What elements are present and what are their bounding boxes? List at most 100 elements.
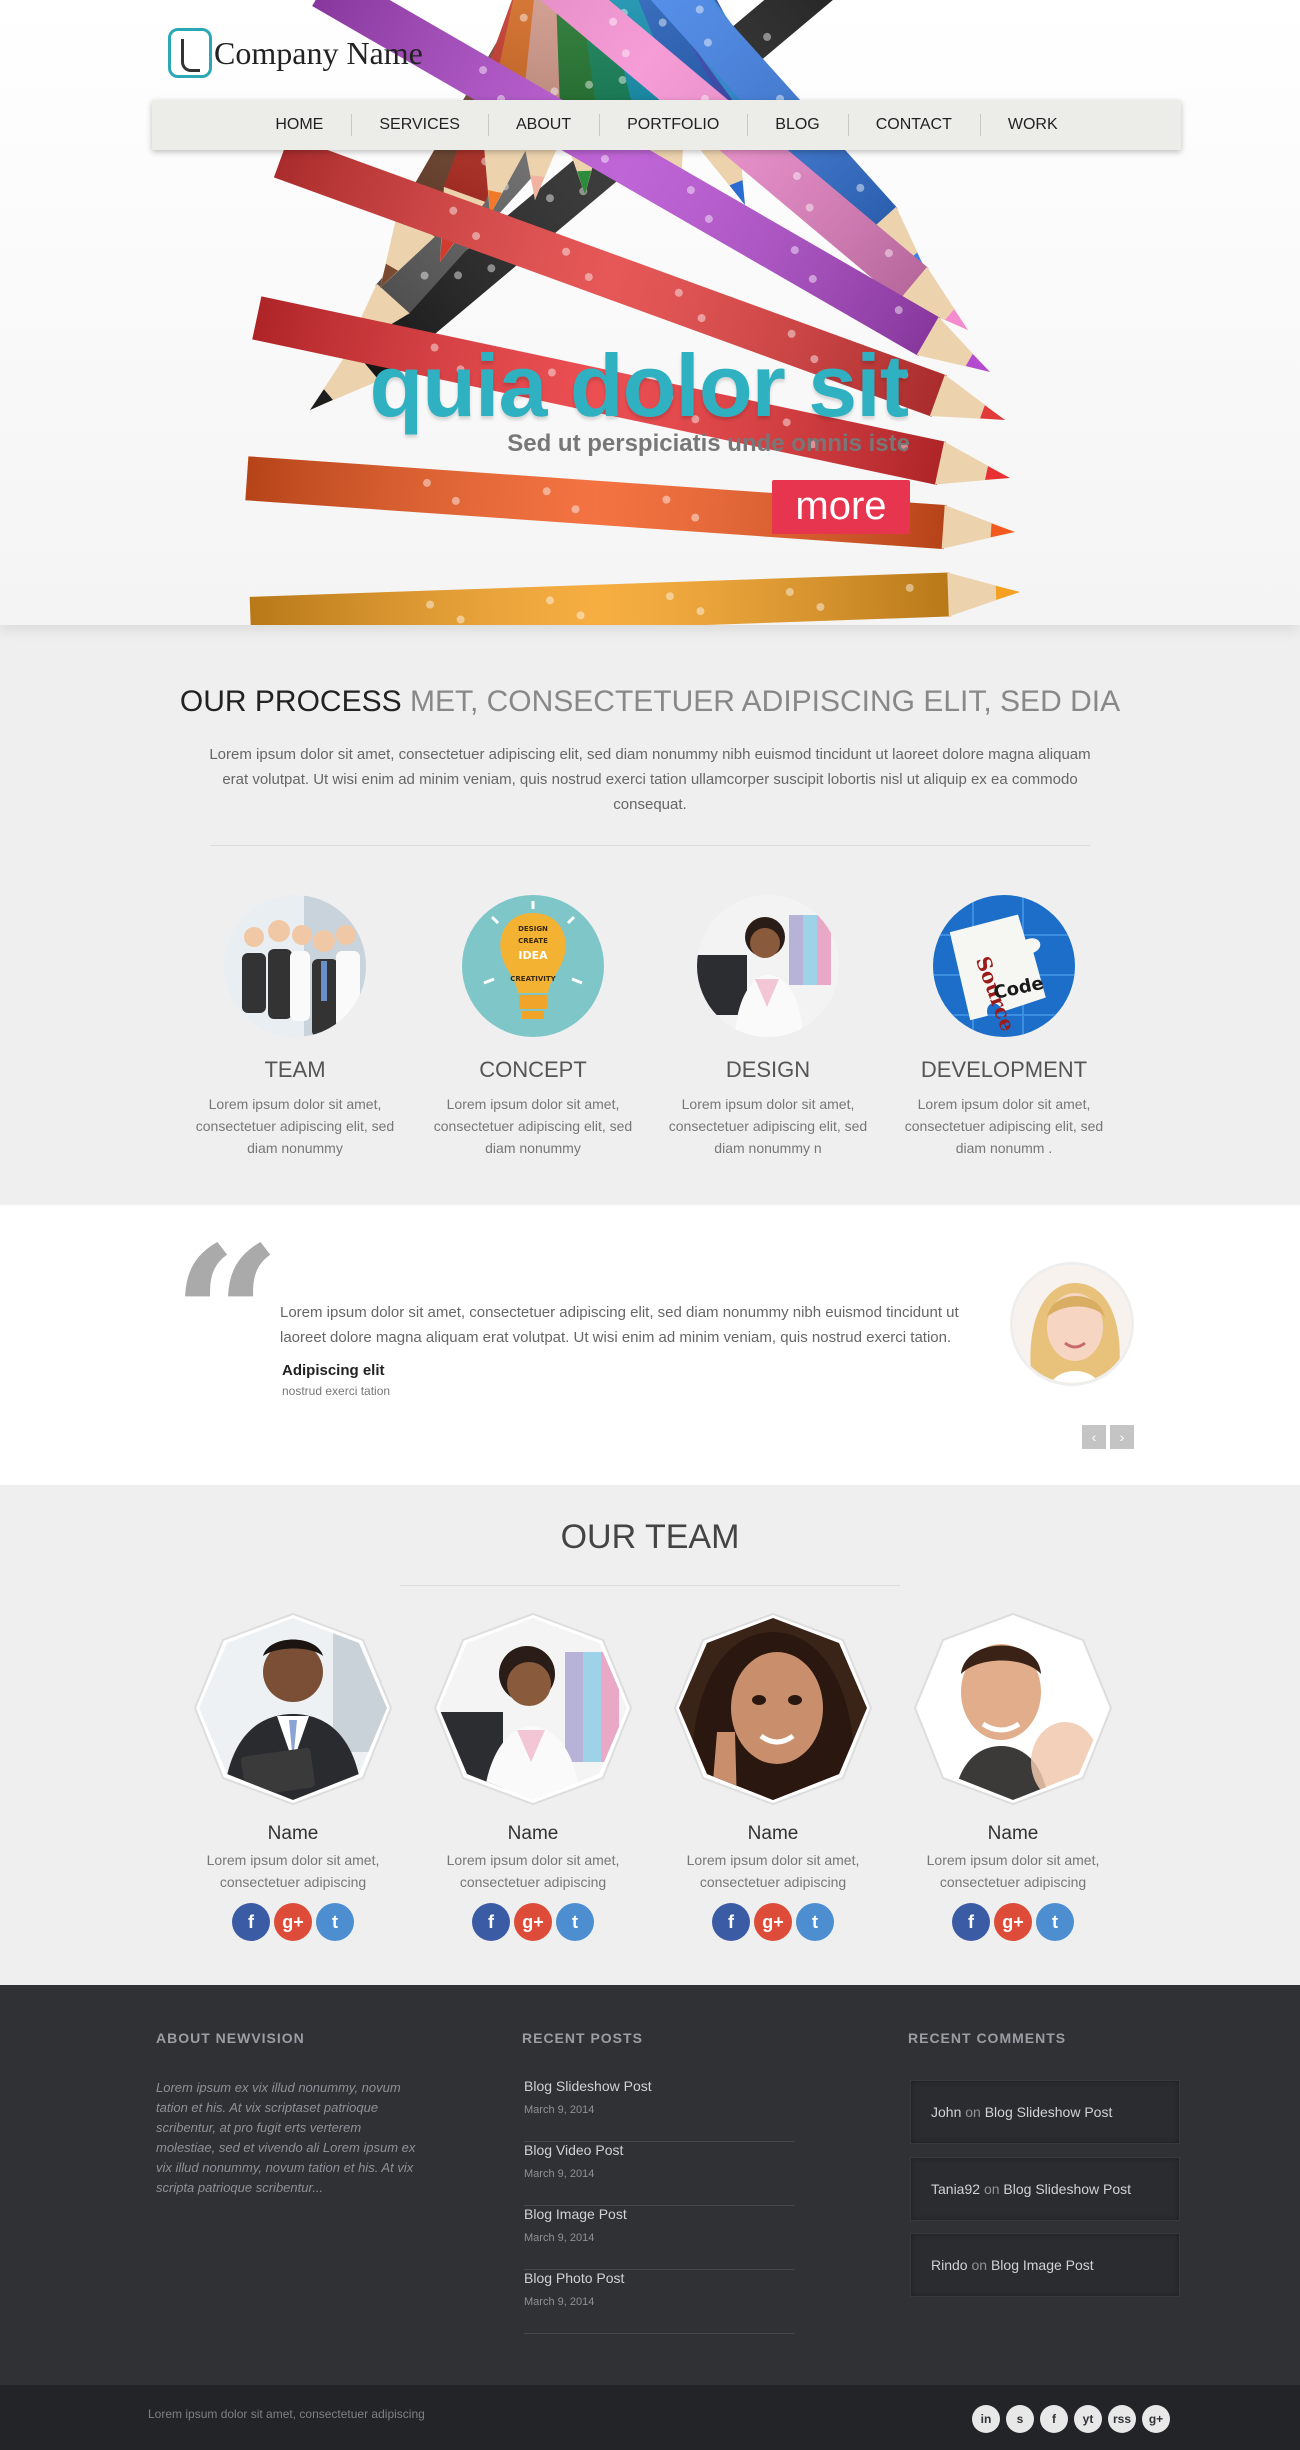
google-plus-icon[interactable]: g+	[514, 1903, 552, 1941]
comment-on: on	[983, 2181, 1000, 2197]
member-name: Name	[507, 1823, 559, 1844]
about-text: Lorem ipsum ex vix illud nonummy, novum …	[156, 2080, 416, 2195]
testimonial-prev-button[interactable]: ‹	[1082, 1425, 1106, 1449]
recent-post[interactable]: Blog Image Post March 9, 2014	[524, 2206, 794, 2270]
facebook-icon[interactable]: f	[1040, 2405, 1068, 2433]
comment-post-link[interactable]: Blog Image Post	[991, 2257, 1094, 2273]
feature-title: DESIGN	[725, 1057, 811, 1082]
designer-photo	[697, 895, 839, 1037]
more-button[interactable]: more	[772, 480, 910, 534]
google-plus-icon[interactable]: g+	[274, 1903, 312, 1941]
feature-title: DEVELOPMENT	[920, 1057, 1088, 1082]
testimonial-role: nostrud exerci tation	[282, 1384, 391, 1398]
feature-team[interactable]: TEAM Lorem ipsum dolor sit amet, consect…	[195, 895, 395, 1159]
nav-services[interactable]: SERVICES	[351, 100, 488, 150]
twitter-icon[interactable]: t	[1036, 1903, 1074, 1941]
comment-on: on	[971, 2257, 988, 2273]
recent-posts-title: RECENT POSTS	[522, 2030, 643, 2046]
google-plus-icon[interactable]: g+	[1142, 2405, 1170, 2433]
member-name: Name	[987, 1823, 1039, 1844]
rss-icon[interactable]: rss	[1108, 2405, 1136, 2433]
twitter-icon[interactable]: t	[796, 1903, 834, 1941]
nav-about[interactable]: ABOUT	[487, 100, 599, 150]
recent-post[interactable]: Blog Video Post March 9, 2014	[524, 2142, 794, 2206]
section-divider	[210, 845, 1090, 846]
process-heading: OUR PROCESS MET, CONSECTETUER ADIPISCING…	[0, 685, 1300, 719]
facebook-icon[interactable]: f	[952, 1903, 990, 1941]
team-member: Name Lorem ipsum dolor sit amet, consect…	[663, 1612, 883, 1941]
facebook-icon[interactable]: f	[712, 1903, 750, 1941]
linkedin-icon[interactable]: in	[972, 2405, 1000, 2433]
process-heading-light: MET, CONSECTETUER ADIPISCING ELIT, SED D…	[409, 685, 1121, 718]
quote-icon: “	[172, 1205, 282, 1428]
concept-word: IDEA	[518, 949, 548, 962]
recent-comment[interactable]: Rindo on Blog Image Post	[910, 2233, 1180, 2297]
feature-text: Lorem ipsum dolor sit amet, consectetuer…	[433, 1096, 633, 1156]
google-plus-icon[interactable]: g+	[994, 1903, 1032, 1941]
recent-comments-title: RECENT COMMENTS	[908, 2030, 1067, 2046]
member-text: Lorem ipsum dolor sit amet, consectetuer…	[446, 1852, 620, 1890]
feature-text: Lorem ipsum dolor sit amet, consectetuer…	[195, 1096, 395, 1156]
nav-contact[interactable]: CONTACT	[847, 100, 980, 150]
recent-post[interactable]: Blog Slideshow Post March 9, 2014	[524, 2078, 794, 2142]
team-heading: OUR TEAM	[560, 1518, 740, 1556]
team-divider	[400, 1585, 900, 1586]
comment-post-link[interactable]: Blog Slideshow Post	[1003, 2181, 1131, 2197]
member-name: Name	[267, 1823, 319, 1844]
colored-pencils-image	[245, 0, 1020, 625]
copyright-text: Lorem ipsum dolor sit amet, consectetuer…	[148, 2407, 425, 2421]
comment-on: on	[965, 2104, 981, 2120]
logo[interactable]: Company Name	[168, 28, 423, 78]
feature-title: CONCEPT	[479, 1057, 587, 1082]
member-text: Lorem ipsum dolor sit amet, consectetuer…	[686, 1852, 860, 1890]
feature-concept[interactable]: DESIGN CREATE IDEA CREATIVITY CONCEPT Lo…	[433, 895, 633, 1159]
concept-word: CREATE	[518, 937, 548, 945]
logo-text: Company Name	[214, 34, 423, 71]
google-plus-icon[interactable]: g+	[754, 1903, 792, 1941]
nav-work[interactable]: WORK	[979, 100, 1086, 150]
post-title[interactable]: Blog Photo Post	[524, 2270, 794, 2286]
recent-comment[interactable]: Tania92 on Blog Slideshow Post	[910, 2157, 1180, 2221]
pencil	[249, 572, 1020, 625]
feature-design[interactable]: DESIGN Lorem ipsum dolor sit amet, conse…	[668, 895, 868, 1159]
team-member: Name Lorem ipsum dolor sit amet, consect…	[903, 1612, 1123, 1941]
comment-user: Tania92	[931, 2181, 981, 2197]
feature-development[interactable]: Source Code DEVELOPMENT Lorem ipsum dolo…	[904, 895, 1104, 1159]
nav-blog[interactable]: BLOG	[747, 100, 847, 150]
post-date: March 9, 2014	[524, 2232, 595, 2244]
member-name: Name	[747, 1823, 799, 1844]
twitter-icon[interactable]: t	[316, 1903, 354, 1941]
skype-icon[interactable]: s	[1006, 2405, 1034, 2433]
logo-icon	[168, 28, 212, 78]
hero-subtitle: Sed ut perspiciatis unde omnis iste	[507, 430, 910, 457]
facebook-icon[interactable]: f	[472, 1903, 510, 1941]
feature-text: Lorem ipsum dolor sit amet, consectetuer…	[668, 1096, 868, 1156]
recent-comment[interactable]: John on Blog Slideshow Post	[910, 2080, 1180, 2144]
nav-portfolio[interactable]: PORTFOLIO	[599, 100, 747, 150]
testimonial-next-button[interactable]: ›	[1110, 1425, 1134, 1449]
testimonial-quote: Lorem ipsum dolor sit amet, consectetuer…	[280, 1304, 959, 1346]
post-title[interactable]: Blog Slideshow Post	[524, 2078, 794, 2094]
member-photo	[913, 1612, 1113, 1806]
team-photo	[224, 895, 366, 1037]
member-photo	[673, 1612, 873, 1806]
post-title[interactable]: Blog Video Post	[524, 2142, 794, 2158]
feature-title: TEAM	[264, 1057, 326, 1082]
twitter-icon[interactable]: t	[556, 1903, 594, 1941]
member-photo	[433, 1612, 633, 1806]
team-member: Name Lorem ipsum dolor sit amet, consect…	[183, 1612, 403, 1941]
recent-post[interactable]: Blog Photo Post March 9, 2014	[524, 2270, 794, 2334]
facebook-icon[interactable]: f	[232, 1903, 270, 1941]
post-title[interactable]: Blog Image Post	[524, 2206, 794, 2222]
testimonial-author: Adipiscing elit	[282, 1362, 385, 1379]
youtube-icon[interactable]: yt	[1074, 2405, 1102, 2433]
concept-word: DESIGN	[518, 925, 548, 933]
post-date: March 9, 2014	[524, 2104, 595, 2116]
source-code-puzzle-image: Source Code	[933, 895, 1075, 1037]
comment-post-link[interactable]: Blog Slideshow Post	[985, 2104, 1113, 2120]
member-socials: f g+ t	[663, 1903, 883, 1941]
about-title: ABOUT NEWVISION	[156, 2030, 305, 2046]
nav-home[interactable]: HOME	[247, 100, 351, 150]
concept-word: CREATIVITY	[510, 975, 556, 983]
testimonial-avatar	[1010, 1262, 1134, 1386]
